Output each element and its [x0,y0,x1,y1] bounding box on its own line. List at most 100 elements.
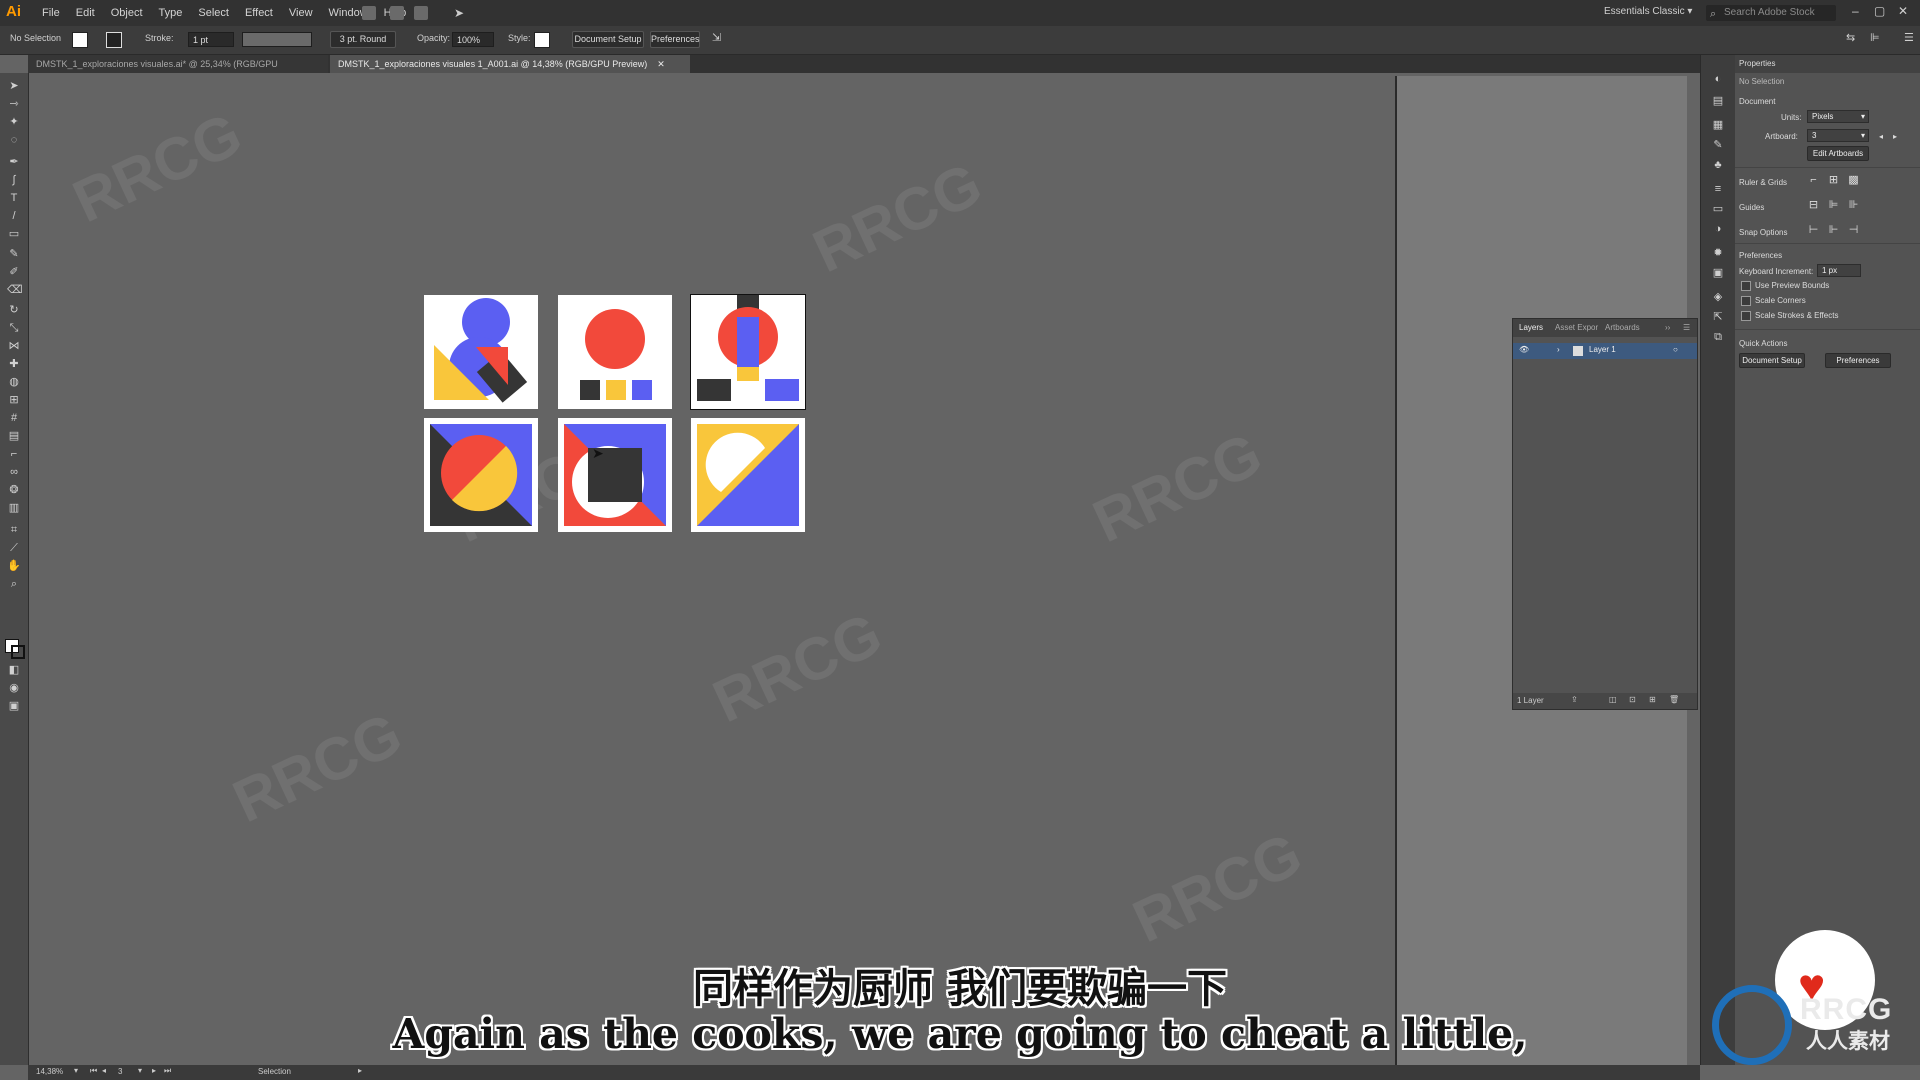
panel-toggle-icon[interactable]: ⇆ [1846,31,1855,44]
brush-definition[interactable]: 3 pt. Round [330,31,396,48]
puppet-warp-tool-icon[interactable]: ✚ [7,357,21,371]
stroke-color-icon[interactable] [11,645,25,659]
visibility-eye-icon[interactable]: 👁 [1519,345,1529,354]
menu-effect[interactable]: Effect [237,0,281,26]
stock-search-input[interactable]: ⌕ Search Adobe Stock [1706,5,1836,21]
workspace-switcher[interactable]: Essentials Classic ▾ [1604,6,1692,17]
stroke-swatch[interactable] [106,32,122,48]
style-swatch[interactable] [534,32,550,48]
smart-guides-icon[interactable]: ⊪ [1847,199,1860,212]
graphic-styles-icon[interactable]: ▣ [1712,267,1724,279]
snap-pixel-icon[interactable]: ⊩ [1827,224,1840,237]
direct-selection-tool-icon[interactable]: ⇾ [7,97,21,111]
collapse-icon[interactable]: ›› [1665,323,1670,332]
menu-type[interactable]: Type [151,0,191,26]
tab-layers[interactable]: Layers [1519,323,1543,332]
tab-artboards[interactable]: Artboards [1605,323,1640,332]
panel-menu-icon[interactable]: ☰ [1683,323,1690,332]
shape-builder-tool-icon[interactable]: ◍ [7,375,21,389]
document-setup-button[interactable]: Document Setup [572,31,644,48]
eyedropper-tool-icon[interactable]: ⌐ [7,447,21,461]
last-artboard-icon[interactable]: ⏭ [164,1066,171,1076]
close-icon[interactable]: ✕ [1898,4,1908,18]
curvature-tool-icon[interactable]: ∫ [7,173,21,187]
artboard-number[interactable]: 3 [118,1067,122,1076]
artwork-4[interactable] [424,418,538,532]
drawing-modes-icon[interactable]: ◉ [7,681,21,695]
library-icon[interactable]: ▦ [1712,119,1724,131]
screen-mode-icon[interactable]: ▣ [7,699,21,713]
line-tool-icon[interactable]: / [7,209,21,223]
units-dropdown[interactable]: Pixels ▾ [1807,110,1869,123]
zoom-level[interactable]: 14,38% [36,1067,63,1076]
tab-document-2[interactable]: DMSTK_1_exploraciones visuales 1_A001.ai… [330,55,690,73]
symbols-icon[interactable]: ♣ [1712,159,1724,171]
keyboard-increment-field[interactable]: 1 px [1817,264,1861,277]
menu-object[interactable]: Object [103,0,151,26]
stroke-weight-field[interactable]: 1 pt [188,32,234,47]
guides-show-icon[interactable]: ⊟ [1807,199,1820,212]
eraser-tool-icon[interactable]: ⌫ [7,283,23,297]
gradient-tool-icon[interactable]: ▤ [7,429,21,443]
document-setup-button[interactable]: Document Setup [1739,353,1805,368]
blend-tool-icon[interactable]: ∞ [7,465,21,479]
pen-tool-icon[interactable]: ✒ [7,155,21,169]
artwork-1[interactable] [424,295,538,409]
menu-edit[interactable]: Edit [68,0,103,26]
artboards-icon[interactable]: ⧉ [1712,331,1724,343]
guides-lock-icon[interactable]: ⊫ [1827,199,1840,212]
previous-artboard-icon[interactable]: ◂ [1879,132,1883,141]
minimize-icon[interactable]: – [1852,4,1859,18]
next-artboard-icon[interactable]: ▸ [152,1066,156,1075]
artboard-dropdown-icon[interactable]: ▾ [138,1066,142,1075]
mesh-tool-icon[interactable]: # [7,411,21,425]
layer-row[interactable]: 👁 › Layer 1 ○ [1513,343,1697,359]
width-tool-icon[interactable]: ⋈ [7,339,21,353]
prev-artboard-icon[interactable]: ◂ [102,1066,106,1075]
stock-icon[interactable] [390,6,404,20]
rotate-tool-icon[interactable]: ↻ [7,303,21,317]
export-icon[interactable]: ⇪ [1571,695,1578,704]
scale-tool-icon[interactable]: ⤡ [7,321,21,335]
clip-mask-icon[interactable]: ◫ [1609,695,1617,704]
target-icon[interactable]: ○ [1673,345,1678,354]
shaper-tool-icon[interactable]: ✐ [7,265,21,279]
gradient-panel-icon[interactable]: ▭ [1712,203,1724,215]
next-artboard-icon[interactable]: ▸ [1893,132,1897,141]
tab-asset-export[interactable]: Asset Expor [1555,323,1598,332]
snap-grid-icon[interactable]: ⊢ [1807,224,1820,237]
asset-export-icon[interactable]: ⇱ [1712,311,1724,323]
menu-view[interactable]: View [281,0,321,26]
snap-point-icon[interactable]: ⊣ [1847,224,1860,237]
grid-icon[interactable]: ⊞ [1827,174,1840,187]
first-artboard-icon[interactable]: ⏮ [90,1066,97,1076]
maximize-icon[interactable]: ▢ [1874,4,1885,18]
close-tab-icon[interactable]: ✕ [657,59,665,69]
zoom-tool-icon[interactable]: ⌕ [7,577,21,591]
transparency-icon[interactable]: ◑ [1712,223,1724,235]
preferences-button[interactable]: Preferences [650,31,700,48]
appearance-icon[interactable]: ✹ [1712,247,1724,259]
lasso-tool-icon[interactable]: ◌ [7,133,21,147]
magic-wand-tool-icon[interactable]: ✦ [7,115,21,129]
artwork-6[interactable] [691,418,805,532]
delete-layer-icon[interactable]: 🗑 [1669,695,1679,704]
zoom-dropdown-icon[interactable]: ▾ [74,1066,78,1075]
paintbrush-tool-icon[interactable]: ✎ [7,247,21,261]
transparency-grid-icon[interactable]: ▩ [1847,174,1860,187]
arrange-icon[interactable]: ⇲ [712,31,721,44]
opacity-field[interactable]: 100% [452,32,494,47]
artwork-3[interactable] [690,294,806,410]
perspective-grid-tool-icon[interactable]: ⊞ [7,393,21,407]
color-mode-icon[interactable]: ◧ [7,663,21,677]
preferences-button[interactable]: Preferences [1825,353,1891,368]
arrange-documents-icon[interactable] [414,6,428,20]
type-tool-icon[interactable]: T [7,191,21,205]
new-sublayer-icon[interactable]: ⊡ [1629,695,1636,704]
send-icon[interactable]: ➤ [454,6,468,20]
scale-strokes-checkbox[interactable] [1741,311,1751,321]
new-layer-icon[interactable]: ⊞ [1649,695,1656,704]
color-guide-icon[interactable]: ◐ [1712,73,1724,85]
selection-tool-icon[interactable]: ➤ [7,79,21,93]
layers-icon[interactable]: ◈ [1712,291,1724,303]
